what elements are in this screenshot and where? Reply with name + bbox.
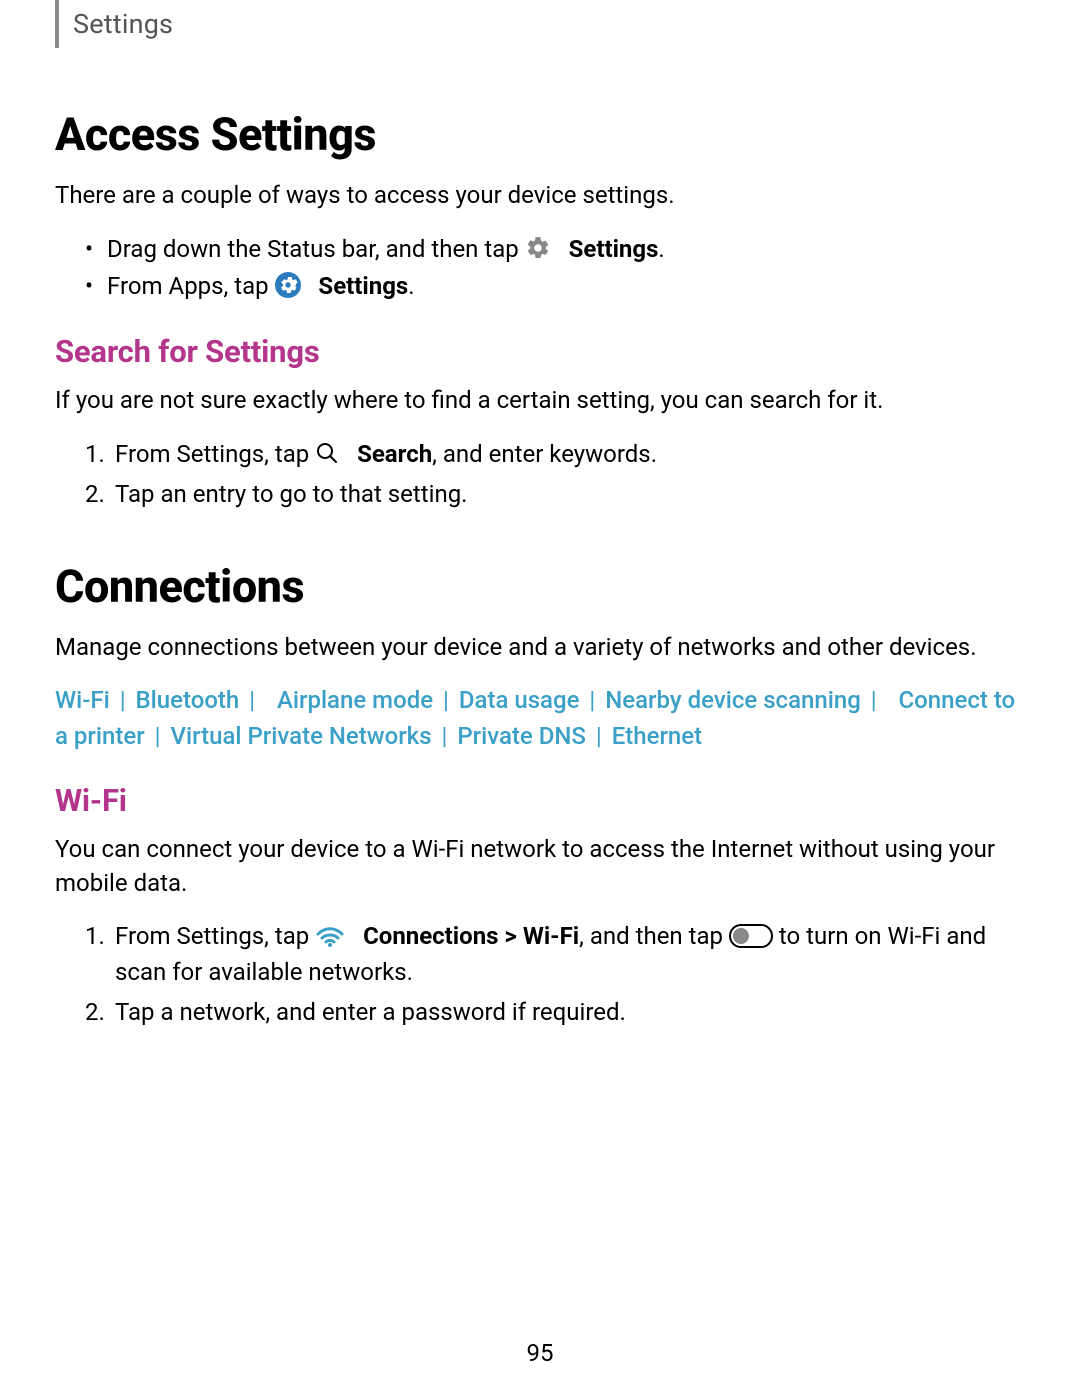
page-number: 95 <box>0 1339 1080 1367</box>
wifi-step-2: Tap a network, and enter a password if r… <box>85 994 1025 1030</box>
search-icon <box>315 441 339 465</box>
wifi-steps: From Settings, tap Connections > Wi-Fi, … <box>55 918 1025 1030</box>
search-steps: From Settings, tap Search, and enter key… <box>55 436 1025 512</box>
access-settings-bullets: Drag down the Status bar, and then tap S… <box>55 231 1025 305</box>
section-title-access-settings: Access Settings <box>55 108 1025 161</box>
gear-icon <box>525 235 551 261</box>
section-title-connections: Connections <box>55 560 1025 613</box>
settings-app-icon <box>275 272 301 298</box>
link-vpn[interactable]: Virtual Private Networks <box>170 722 431 750</box>
search-intro: If you are not sure exactly where to fin… <box>55 384 1025 418</box>
search-step-2: Tap an entry to go to that setting. <box>85 476 1025 512</box>
header-divider <box>55 0 59 48</box>
search-step-1: From Settings, tap Search, and enter key… <box>85 436 1025 472</box>
link-bluetooth[interactable]: Bluetooth <box>136 686 240 714</box>
page-header: Settings <box>55 0 1025 48</box>
connections-intro: Manage connections between your device a… <box>55 631 1025 665</box>
link-wifi[interactable]: Wi-Fi <box>55 686 110 714</box>
wifi-step-1: From Settings, tap Connections > Wi-Fi, … <box>85 918 1025 990</box>
connections-links: Wi-Fi | Bluetooth | Airplane mode | Data… <box>55 682 1025 754</box>
wifi-icon <box>315 924 345 948</box>
bullet-status-bar: Drag down the Status bar, and then tap S… <box>85 231 1025 268</box>
toggle-off-icon <box>729 924 773 948</box>
subsection-search-for-settings: Search for Settings <box>55 333 1025 370</box>
link-private-dns[interactable]: Private DNS <box>457 722 586 750</box>
link-data-usage[interactable]: Data usage <box>459 686 580 714</box>
header-section-name: Settings <box>73 8 173 40</box>
link-airplane-mode[interactable]: Airplane mode <box>277 686 433 714</box>
bullet-from-apps: From Apps, tap Settings. <box>85 268 1025 305</box>
access-settings-intro: There are a couple of ways to access you… <box>55 179 1025 213</box>
wifi-intro: You can connect your device to a Wi-Fi n… <box>55 833 1025 900</box>
link-nearby-device-scanning[interactable]: Nearby device scanning <box>605 686 861 714</box>
subsection-wifi: Wi-Fi <box>55 782 1025 819</box>
link-ethernet[interactable]: Ethernet <box>612 722 702 750</box>
